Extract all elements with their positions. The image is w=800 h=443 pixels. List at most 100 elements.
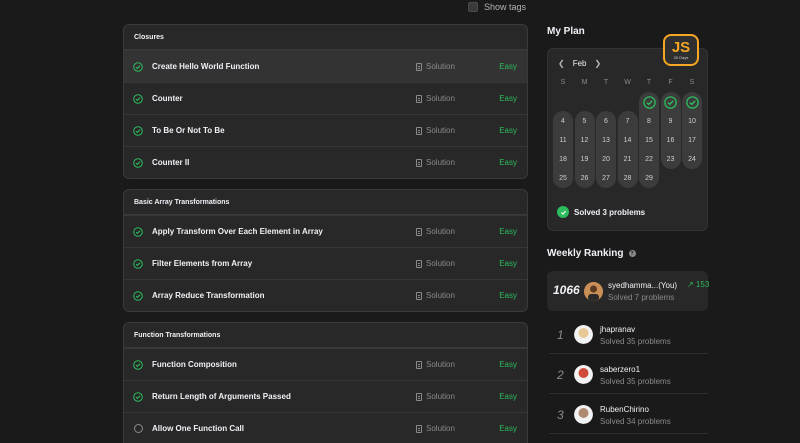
solution-link[interactable]: Solution xyxy=(416,227,455,236)
calendar-day-solved-check-icon[interactable] xyxy=(662,93,680,111)
problem-row[interactable]: Return Length of Arguments Passed Solutio… xyxy=(124,380,527,412)
document-icon xyxy=(416,158,422,167)
problem-title[interactable]: Allow One Function Call xyxy=(152,424,527,433)
calendar-day[interactable]: 20 xyxy=(597,150,615,168)
ranking-row[interactable]: 2 saberzero1 Solved 35 problems xyxy=(549,356,708,394)
problem-row[interactable]: Function Composition Solution Easy xyxy=(124,348,527,380)
problem-row[interactable]: Counter II Solution Easy xyxy=(124,146,527,178)
calendar-day[interactable]: 14 xyxy=(619,131,637,149)
calendar-day[interactable]: 21 xyxy=(619,150,637,168)
ranking-username[interactable]: jhapranav xyxy=(600,325,635,334)
calendar-day[interactable]: 27 xyxy=(597,169,615,187)
problem-row[interactable]: Apply Transform Over Each Element in Arr… xyxy=(124,215,527,247)
calendar-day[interactable]: 6 xyxy=(597,112,615,130)
solution-link[interactable]: Solution xyxy=(416,62,455,71)
calendar-day[interactable]: 8 xyxy=(640,112,658,130)
solution-label: Solution xyxy=(426,424,455,433)
solution-label: Solution xyxy=(426,158,455,167)
problem-row[interactable]: Allow One Function Call Solution Easy xyxy=(124,412,527,443)
problem-row[interactable]: Array Reduce Transformation Solution Easy xyxy=(124,279,527,311)
calendar-day[interactable]: 11 xyxy=(554,131,572,149)
problem-row[interactable]: Counter Solution Easy xyxy=(124,82,527,114)
difficulty-badge: Easy xyxy=(499,259,517,268)
my-ranking-card[interactable]: 1066 syedhamma...(You) Solved 7 problems… xyxy=(547,271,709,311)
check-icon xyxy=(124,61,152,72)
problem-title[interactable]: Create Hello World Function xyxy=(152,62,527,71)
calendar-day-solved-check-icon[interactable] xyxy=(640,93,658,111)
problem-title[interactable]: Counter II xyxy=(152,158,527,167)
calendar-day[interactable]: 7 xyxy=(619,112,637,130)
ranking-row[interactable]: 3 RubenChirino Solved 34 problems xyxy=(549,396,708,434)
problem-title[interactable]: Return Length of Arguments Passed xyxy=(152,392,527,401)
calendar-day[interactable]: 5 xyxy=(576,112,594,130)
problem-title[interactable]: To Be Or Not To Be xyxy=(152,126,527,135)
rank-number: 1 xyxy=(557,328,564,342)
problem-title[interactable]: Filter Elements from Array xyxy=(152,259,527,268)
document-icon xyxy=(416,62,422,71)
solution-link[interactable]: Solution xyxy=(416,360,455,369)
calendar-day[interactable]: 15 xyxy=(640,131,658,149)
document-icon xyxy=(416,291,422,300)
check-icon xyxy=(124,391,152,402)
calendar-day[interactable]: 25 xyxy=(554,169,572,187)
section-title: Closures xyxy=(124,25,527,50)
circle-shape xyxy=(133,424,143,433)
problem-title[interactable]: Counter xyxy=(152,94,527,103)
problem-title[interactable]: Array Reduce Transformation xyxy=(152,291,527,300)
solution-link[interactable]: Solution xyxy=(416,291,455,300)
calendar-day[interactable]: 23 xyxy=(662,150,680,168)
calendar-day[interactable]: 24 xyxy=(683,150,701,168)
my-solved-count: Solved 7 problems xyxy=(608,293,675,302)
show-tags-checkbox[interactable] xyxy=(468,2,478,12)
calendar-day[interactable]: 22 xyxy=(640,150,658,168)
avatar xyxy=(574,365,593,384)
calendar-day[interactable]: 18 xyxy=(554,150,572,168)
problem-title[interactable]: Function Composition xyxy=(152,360,527,369)
next-month-icon[interactable]: ❯ xyxy=(595,59,602,68)
calendar-day[interactable]: 17 xyxy=(683,131,701,149)
difficulty-badge: Easy xyxy=(499,62,517,71)
problem-section: Basic Array Transformations Apply Transfo… xyxy=(123,189,528,312)
solution-link[interactable]: Solution xyxy=(416,392,455,401)
calendar-day[interactable]: 10 xyxy=(683,112,701,130)
solution-link[interactable]: Solution xyxy=(416,94,455,103)
js-30-badge[interactable]: JS 30 Days xyxy=(663,34,699,66)
help-icon[interactable]: ? xyxy=(628,250,636,257)
problem-row[interactable]: Create Hello World Function Solution Easy xyxy=(124,50,527,82)
ranking-username[interactable]: RubenChirino xyxy=(600,405,649,414)
calendar-day[interactable]: 16 xyxy=(662,131,680,149)
calendar-day[interactable]: 26 xyxy=(576,169,594,187)
difficulty-badge: Easy xyxy=(499,227,517,236)
calendar-month: Feb xyxy=(572,59,587,68)
solution-link[interactable]: Solution xyxy=(416,259,455,268)
solution-label: Solution xyxy=(426,62,455,71)
ranking-row[interactable]: 1 jhapranav Solved 35 problems xyxy=(549,316,708,354)
solution-link[interactable]: Solution xyxy=(416,126,455,135)
ranking-solved-count: Solved 34 problems xyxy=(600,417,671,426)
calendar-day-solved-check-icon[interactable] xyxy=(683,93,701,111)
calendar-day[interactable]: 12 xyxy=(576,131,594,149)
calendar-day[interactable]: 13 xyxy=(597,131,615,149)
show-tags-toggle[interactable]: Show tags xyxy=(468,2,526,12)
problem-row[interactable]: Filter Elements from Array Solution Easy xyxy=(124,247,527,279)
ranking-username[interactable]: saberzero1 xyxy=(600,365,640,374)
solution-link[interactable]: Solution xyxy=(416,158,455,167)
document-icon xyxy=(416,259,422,268)
difficulty-badge: Easy xyxy=(499,291,517,300)
weekday-label: S xyxy=(560,79,566,86)
calendar-day[interactable]: 4 xyxy=(554,112,572,130)
solution-link[interactable]: Solution xyxy=(416,424,455,433)
my-username[interactable]: syedhamma...(You) xyxy=(608,281,677,290)
calendar-day[interactable]: 28 xyxy=(619,169,637,187)
difficulty-badge: Easy xyxy=(499,126,517,135)
solution-label: Solution xyxy=(426,126,455,135)
calendar-day[interactable]: 19 xyxy=(576,150,594,168)
problem-row[interactable]: To Be Or Not To Be Solution Easy xyxy=(124,114,527,146)
calendar-day[interactable]: 9 xyxy=(662,112,680,130)
problem-title[interactable]: Apply Transform Over Each Element in Arr… xyxy=(152,227,527,236)
problem-section: Closures Create Hello World Function Solut… xyxy=(123,24,528,179)
problem-section: Function Transformations Function Composi… xyxy=(123,322,528,443)
prev-month-icon[interactable]: ❮ xyxy=(558,59,565,68)
weekday-label: M xyxy=(581,79,588,86)
calendar-day[interactable]: 29 xyxy=(640,169,658,187)
